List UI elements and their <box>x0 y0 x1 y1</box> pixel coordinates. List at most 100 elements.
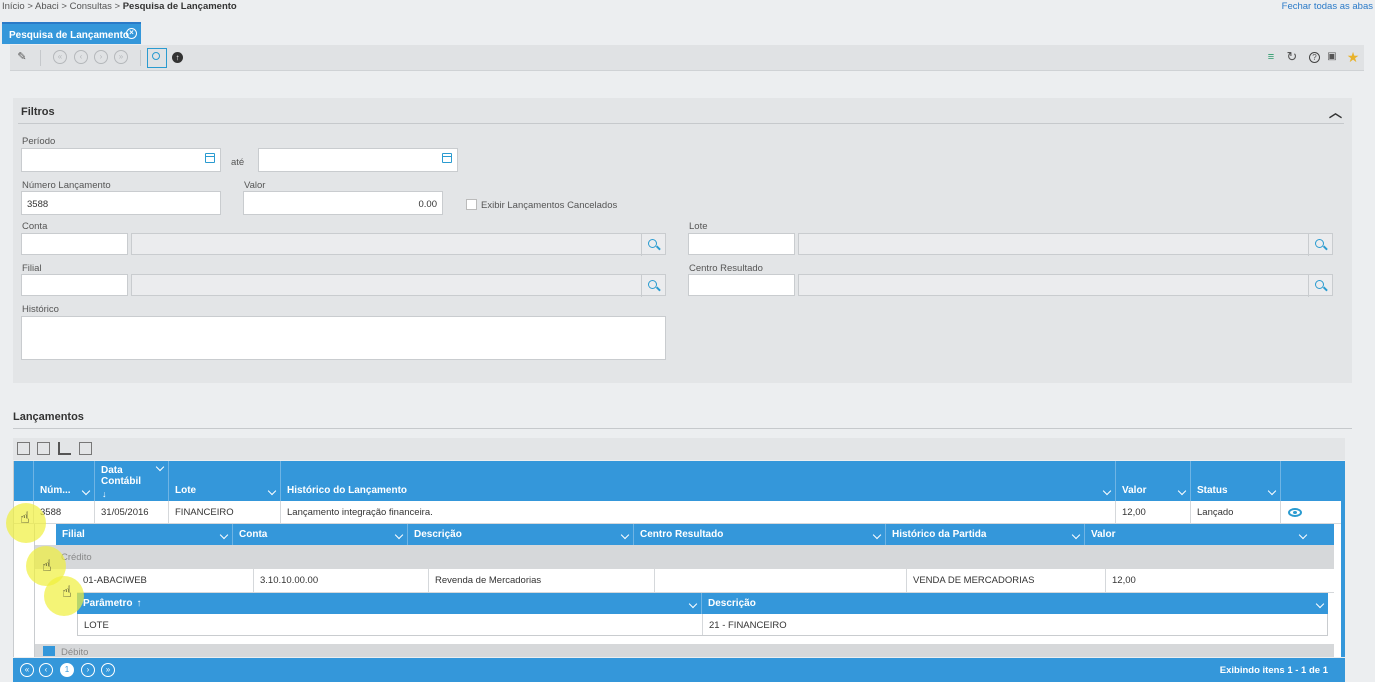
chevron-down-icon[interactable] <box>155 462 165 472</box>
collapse-chevron-icon[interactable]: ︿ <box>1329 102 1342 121</box>
centro-code-field[interactable] <box>688 274 795 296</box>
first-page-icon[interactable]: « <box>20 663 34 677</box>
cell-parametro: LOTE <box>78 614 703 635</box>
star-icon[interactable]: ★ <box>1346 50 1360 64</box>
cell-status: Lançado <box>1191 501 1281 523</box>
centro-label: Centro Resultado <box>689 263 763 274</box>
toolbar: ✎ « ‹ › » ↑ ≡ ↻ ? ▣ ★ <box>10 45 1364 71</box>
database-icon[interactable]: ≡ <box>1264 50 1278 64</box>
chevron-down-icon[interactable] <box>872 530 882 540</box>
pager-info: Exibindo itens 1 - 1 de 1 <box>1219 665 1328 676</box>
col-header-lote[interactable]: Lote <box>169 461 281 501</box>
numero-lancamento-field[interactable]: 3588 <box>21 191 221 215</box>
search-icon[interactable] <box>147 48 167 68</box>
col-header-data[interactable]: Data Contábil ↓ <box>95 461 169 501</box>
col-header-param-descricao[interactable]: Descrição <box>702 593 1328 614</box>
chevron-down-icon[interactable] <box>219 530 229 540</box>
chevron-down-icon[interactable] <box>267 486 277 496</box>
exibir-cancelados-checkbox[interactable] <box>466 199 477 210</box>
expand-group-icon[interactable] <box>43 646 55 656</box>
periodo-from-field[interactable] <box>21 148 221 172</box>
first-record-icon[interactable]: « <box>53 50 67 64</box>
divider <box>13 428 1352 429</box>
col-header-valor-detail[interactable]: Valor <box>1085 524 1311 545</box>
breadcrumb-item-abaci[interactable]: Abaci <box>35 1 59 12</box>
search-icon[interactable] <box>641 275 665 297</box>
print-icon[interactable] <box>79 442 92 455</box>
refresh-icon[interactable]: ↻ <box>1285 50 1299 64</box>
collapse-all-icon[interactable] <box>37 442 50 455</box>
breadcrumb-item-consultas[interactable]: Consultas <box>70 1 112 12</box>
chevron-down-icon[interactable] <box>1071 530 1081 540</box>
conta-code-field[interactable] <box>21 233 128 255</box>
cell-valor-detail: 12,00 <box>1112 575 1136 586</box>
chevron-down-icon[interactable] <box>1177 486 1187 496</box>
group-row-debito[interactable]: Débito <box>35 644 1334 657</box>
last-page-icon[interactable]: » <box>101 663 115 677</box>
view-eye-icon[interactable] <box>1288 508 1302 517</box>
col-header-filial[interactable]: Filial <box>56 524 233 545</box>
close-all-tabs-link[interactable]: Fechar todas as abas <box>1282 1 1373 12</box>
clear-broom-icon[interactable]: ✎ <box>15 50 29 64</box>
prev-record-icon[interactable]: ‹ <box>74 50 88 64</box>
col-header-valor[interactable]: Valor <box>1116 461 1191 501</box>
page-number-button[interactable]: 1 <box>60 663 74 677</box>
chevron-down-icon[interactable] <box>1267 486 1277 496</box>
toolbar-separator <box>140 50 141 66</box>
detail-grid-header: Filial Conta Descrição Centro Resultado … <box>56 524 1334 545</box>
group-label-debito: Débito <box>61 647 89 657</box>
hand-cursor-icon: ☝ <box>62 584 72 601</box>
col-header-actions <box>1281 461 1341 501</box>
expand-all-icon[interactable] <box>17 442 30 455</box>
col-header-num[interactable]: Núm... <box>34 461 95 501</box>
chevron-down-icon[interactable] <box>1298 530 1308 540</box>
divider <box>18 123 1344 124</box>
tab-label: Pesquisa de Lançamento <box>9 30 130 41</box>
search-icon[interactable] <box>1308 275 1332 297</box>
breadcrumb-item-inicio[interactable]: Início <box>2 1 25 12</box>
historico-textarea[interactable] <box>21 316 666 360</box>
periodo-to-field[interactable] <box>258 148 458 172</box>
help-icon[interactable]: ? <box>1309 52 1320 63</box>
col-header-centro[interactable]: Centro Resultado <box>634 524 886 545</box>
chevron-down-icon[interactable] <box>1315 599 1325 609</box>
next-record-icon[interactable]: › <box>94 50 108 64</box>
group-row-credito[interactable]: Crédito <box>35 545 1334 569</box>
chart-icon[interactable] <box>58 442 71 455</box>
table-row[interactable]: 3588 31/05/2016 FINANCEIRO Lançamento in… <box>14 501 1341 524</box>
breadcrumb: Início > Abaci > Consultas > Pesquisa de… <box>2 1 237 12</box>
filial-label: Filial <box>22 263 42 274</box>
col-header-status[interactable]: Status <box>1191 461 1281 501</box>
next-page-icon[interactable]: › <box>81 663 95 677</box>
table-row[interactable]: LOTE 21 - FINANCEIRO <box>77 614 1328 636</box>
lock-icon[interactable]: ▣ <box>1325 50 1339 64</box>
search-icon[interactable] <box>641 234 665 256</box>
chevron-down-icon[interactable] <box>620 530 630 540</box>
upload-icon[interactable]: ↑ <box>172 52 183 63</box>
filial-code-field[interactable] <box>21 274 128 296</box>
chevron-down-icon[interactable] <box>394 530 404 540</box>
tab-pesquisa-lancamento[interactable]: Pesquisa de Lançamento × <box>2 22 141 44</box>
hand-cursor-icon: ☝ <box>42 558 52 575</box>
historico-label: Histórico <box>22 304 59 315</box>
lancamentos-title: Lançamentos <box>13 411 84 423</box>
chevron-down-icon[interactable] <box>1102 486 1112 496</box>
table-row[interactable]: 01-ABACIWEB 3.10.10.00.00 Revenda de Mer… <box>77 569 1334 593</box>
cell-historico-partida: VENDA DE MERCADORIAS <box>907 569 1106 592</box>
col-header-historico[interactable]: Histórico do Lançamento <box>281 461 1116 501</box>
last-record-icon[interactable]: » <box>114 50 128 64</box>
conta-desc-field <box>131 233 666 256</box>
close-tab-icon[interactable]: × <box>126 28 137 39</box>
lote-label: Lote <box>689 221 708 232</box>
col-header-parametro[interactable]: Parâmetro ↑ <box>77 593 702 614</box>
col-header-descricao[interactable]: Descrição <box>408 524 634 545</box>
prev-page-icon[interactable]: ‹ <box>39 663 53 677</box>
col-header-historico-partida[interactable]: Histórico da Partida <box>886 524 1085 545</box>
col-header-conta[interactable]: Conta <box>233 524 408 545</box>
search-icon[interactable] <box>1308 234 1332 256</box>
cell-filial: 01-ABACIWEB <box>77 569 254 592</box>
chevron-down-icon[interactable] <box>81 486 91 496</box>
chevron-down-icon[interactable] <box>688 599 698 609</box>
valor-field[interactable]: 0.00 <box>243 191 443 215</box>
lote-code-field[interactable] <box>688 233 795 255</box>
